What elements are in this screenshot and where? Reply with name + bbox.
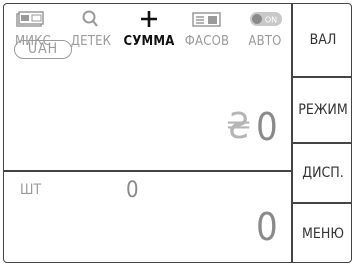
banknote-denomination-icon: [4, 10, 62, 28]
mode-sum-button[interactable]: СУММА: [120, 4, 178, 60]
toggle-on-icon: ON: [236, 10, 294, 28]
display-button-label: ДИСП.: [302, 164, 344, 181]
mode-batch-label: ФАСОВ: [184, 34, 230, 49]
mode-button-label: РЕЖИМ: [298, 101, 348, 118]
mode-auto-label: АВТО: [248, 34, 282, 49]
plus-icon: [120, 10, 178, 28]
currency-button-label: ВАЛ: [309, 32, 337, 48]
mode-auto-toggle[interactable]: ON АВТО: [236, 4, 294, 60]
amount-value: 0: [256, 105, 278, 149]
counter-display-screen: МИКС ДЕТЕК СУММА ФАСОВ ON АВТО ВАЛ РЕЖИМ…: [3, 3, 352, 263]
panel-separator: [4, 170, 292, 172]
piece-count-value: 0: [126, 178, 139, 203]
mode-sum-label: СУММА: [123, 34, 175, 49]
menu-button[interactable]: МЕНЮ: [293, 203, 351, 262]
currency-symbol: ₴: [226, 106, 252, 147]
mode-button[interactable]: РЕЖИМ: [293, 77, 351, 142]
magnifier-icon: [62, 10, 120, 28]
toggle-on-text: ON: [265, 16, 277, 25]
piece-count-label: ШТ: [20, 182, 42, 198]
currency-code-badge: UAH: [14, 40, 72, 59]
currency-button[interactable]: ВАЛ: [293, 4, 351, 76]
display-button[interactable]: ДИСП.: [293, 143, 351, 202]
mode-batch-button[interactable]: ФАСОВ: [178, 4, 236, 60]
total-value: 0: [256, 205, 278, 249]
banknote-batch-icon: [178, 10, 236, 28]
menu-button-label: МЕНЮ: [302, 225, 344, 242]
